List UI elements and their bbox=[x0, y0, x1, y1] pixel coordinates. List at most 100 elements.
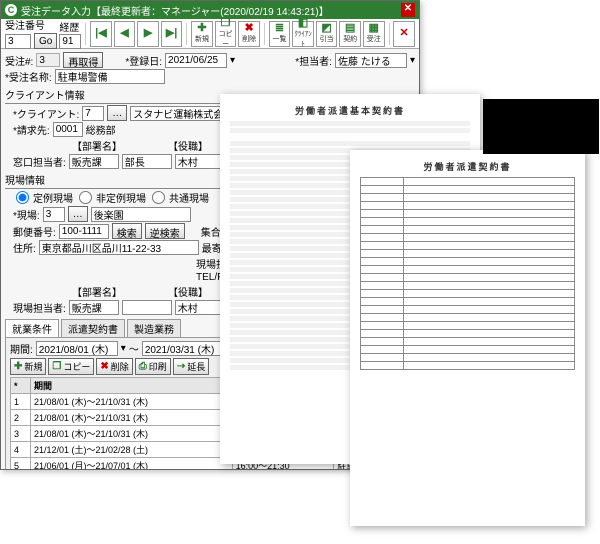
client-no-input[interactable] bbox=[82, 106, 104, 121]
billto-no-input[interactable] bbox=[53, 122, 83, 137]
nav-first-button[interactable]: |◀ bbox=[90, 21, 112, 47]
grid-extend-button[interactable]: ⇢延長 bbox=[173, 358, 209, 375]
contact-label: 窓口担当者: bbox=[13, 154, 66, 169]
contact-name-input[interactable] bbox=[175, 154, 225, 169]
table-cell[interactable]: 4 bbox=[11, 442, 31, 458]
nav-last-icon: ▶| bbox=[166, 28, 178, 39]
order-no-label: 受注番号 bbox=[5, 17, 57, 32]
site-type-c-radio[interactable] bbox=[152, 191, 165, 204]
zip-input[interactable] bbox=[59, 224, 109, 239]
contact-role-input[interactable] bbox=[122, 154, 172, 169]
toolbar-close-button[interactable]: ✕ bbox=[393, 21, 415, 47]
nearest-label: 最寄 bbox=[202, 240, 222, 255]
contact-dept-input[interactable] bbox=[69, 154, 119, 169]
col-period[interactable]: 期間 bbox=[31, 378, 233, 394]
site-name-input2[interactable] bbox=[175, 300, 225, 315]
doc1-title: 労働者派遣基本契約書 bbox=[230, 104, 470, 117]
role-col: 【役職】 bbox=[168, 138, 208, 153]
billto-name: 総務部 bbox=[86, 122, 116, 137]
window-title: 受注データ入力【最終更新者：マネージャー(2020/02/19 14:43:21… bbox=[21, 3, 401, 18]
extend-icon: ⇢ bbox=[177, 361, 185, 372]
site-label: 現場: bbox=[13, 207, 40, 222]
site-role-input[interactable] bbox=[122, 300, 172, 315]
new-button[interactable]: ✚新規 bbox=[191, 21, 213, 47]
site-lookup-button[interactable]: … bbox=[68, 206, 88, 222]
table-cell[interactable]: 21/12/01 (土)～21/02/28 (土) bbox=[31, 442, 233, 458]
allocate-button[interactable]: ◩引当 bbox=[316, 21, 338, 47]
table-cell[interactable]: 1 bbox=[11, 394, 31, 410]
nav-last-button[interactable]: ▶| bbox=[161, 21, 183, 47]
copy-button[interactable]: ❐コピー bbox=[215, 21, 237, 47]
nav-next-button[interactable]: ▶ bbox=[137, 21, 159, 47]
table-cell[interactable]: 21/08/01 (木)～21/10/31 (木) bbox=[31, 410, 233, 426]
order-no-input[interactable] bbox=[5, 34, 31, 49]
close-icon: ✕ bbox=[400, 28, 409, 39]
grid-new-button[interactable]: ✚新規 bbox=[10, 358, 46, 375]
order-no-label2: 受注#: bbox=[5, 53, 33, 68]
history-label: 経歴 bbox=[59, 19, 81, 34]
nav-next-icon: ▶ bbox=[144, 28, 152, 39]
table-cell[interactable]: 21/08/01 (木)～21/10/31 (木) bbox=[31, 394, 233, 410]
gather-label: 集合 bbox=[201, 224, 221, 239]
app-icon: C bbox=[5, 4, 17, 16]
black-overlay bbox=[483, 99, 599, 154]
tab-conditions[interactable]: 就業条件 bbox=[5, 319, 59, 337]
site-type-a-label: 定例現場 bbox=[33, 190, 73, 205]
addr-label: 住所: bbox=[13, 240, 36, 255]
date-from-input[interactable] bbox=[36, 341, 118, 356]
client-icon: ◧ bbox=[298, 18, 308, 29]
table-cell[interactable]: 2 bbox=[11, 410, 31, 426]
client-lookup-button[interactable]: … bbox=[107, 105, 127, 121]
client-button[interactable]: ◧ｸﾗｲｱﾝﾄ bbox=[292, 21, 314, 47]
contract-button[interactable]: ▤契約 bbox=[339, 21, 361, 47]
tab-mfg[interactable]: 製造業務 bbox=[127, 319, 181, 337]
site-no-input[interactable] bbox=[43, 207, 65, 222]
list-button[interactable]: ≣一覧 bbox=[269, 21, 291, 47]
manager-label: 担当者: bbox=[295, 53, 332, 68]
go-button[interactable]: Go bbox=[34, 33, 57, 49]
col-no[interactable]: * bbox=[11, 378, 31, 394]
site-type-b-label: 非定例現場 bbox=[96, 190, 146, 205]
table-cell[interactable]: 5 bbox=[11, 458, 31, 470]
zip-rsearch-button[interactable]: 逆検索 bbox=[145, 223, 185, 239]
order-name-label: 受注名称: bbox=[5, 69, 52, 84]
contract-icon: ▤ bbox=[345, 23, 355, 34]
site-name-input[interactable] bbox=[91, 207, 191, 222]
plus-icon: ✚ bbox=[14, 361, 22, 372]
order-name-input[interactable] bbox=[55, 69, 165, 84]
allocate-icon: ◩ bbox=[321, 23, 331, 34]
order-icon: ▦ bbox=[369, 23, 379, 34]
table-cell[interactable]: 21/06/01 (月)～21/07/01 (木) bbox=[31, 458, 233, 470]
date-to-input[interactable] bbox=[142, 341, 224, 356]
site-type-a-radio[interactable] bbox=[16, 191, 29, 204]
table-cell[interactable]: 3 bbox=[11, 426, 31, 442]
grid-delete-button[interactable]: ✖削除 bbox=[96, 358, 132, 375]
nav-prev-button[interactable]: ◀ bbox=[114, 21, 136, 47]
reg-date-input[interactable] bbox=[165, 53, 227, 68]
zip-label: 郵便番号: bbox=[13, 224, 56, 239]
window-close-button[interactable]: ✕ bbox=[401, 3, 415, 17]
manager-input[interactable] bbox=[335, 53, 407, 68]
site-dept-input[interactable] bbox=[69, 300, 119, 315]
site-type-c-label: 共通現場 bbox=[169, 190, 209, 205]
history-input[interactable] bbox=[59, 34, 81, 49]
zip-search-button[interactable]: 検索 bbox=[112, 223, 142, 239]
table-cell[interactable]: 21/08/01 (木)～21/10/31 (木) bbox=[31, 426, 233, 442]
grid-print-button[interactable]: ⎙印刷 bbox=[135, 358, 171, 375]
site-dept-col: 【部署名】 bbox=[72, 284, 122, 299]
plus-icon: ✚ bbox=[197, 23, 206, 34]
dropdown-icon[interactable]: ▾ bbox=[410, 55, 415, 66]
addr-input[interactable] bbox=[39, 240, 199, 255]
delete-icon: ✖ bbox=[245, 23, 254, 34]
site-type-b-radio[interactable] bbox=[79, 191, 92, 204]
calendar-icon-from[interactable]: ▾ bbox=[121, 343, 126, 354]
grid-copy-button[interactable]: ❐コピー bbox=[48, 358, 94, 375]
delete-button[interactable]: ✖削除 bbox=[238, 21, 260, 47]
delete-icon: ✖ bbox=[100, 361, 108, 372]
dept-col: 【部署名】 bbox=[72, 138, 122, 153]
calendar-icon[interactable]: ▾ bbox=[230, 55, 235, 66]
site-role-col: 【役職】 bbox=[168, 284, 208, 299]
tab-contract[interactable]: 派遣契約書 bbox=[61, 319, 125, 337]
reacquire-button[interactable]: 再取得 bbox=[63, 52, 103, 68]
order-button[interactable]: ▦受注 bbox=[363, 21, 385, 47]
